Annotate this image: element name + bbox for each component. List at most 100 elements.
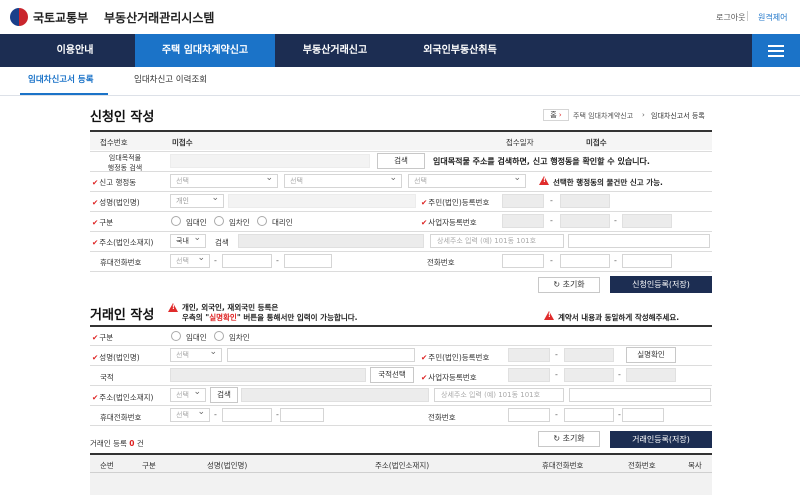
nav-item-realestate-report[interactable]: 부동산거래신고 (280, 34, 390, 67)
dash: - (550, 216, 553, 225)
receipt-no-value: 미접수 (172, 138, 193, 147)
biz-no-input-3[interactable] (622, 214, 672, 228)
cp-mobile-middle-input[interactable] (222, 408, 272, 422)
cp-reg-no-back-input[interactable] (564, 348, 614, 362)
main-nav: 이용안내 주택 임대차계약신고 부동산거래신고 외국인부동산취득 (0, 34, 800, 67)
dash: - (214, 410, 217, 419)
breadcrumb-separator: › (642, 111, 645, 119)
logout-link[interactable]: 로그아웃 (716, 12, 745, 23)
counterparty-table-top-border (90, 325, 712, 327)
row-divider (90, 171, 712, 172)
menu-icon[interactable] (752, 34, 800, 67)
cp-detail-address-input[interactable]: 상세주소 입력 (예) 101동 101호 (434, 388, 564, 402)
cp-phone-prefix-input[interactable] (508, 408, 550, 422)
address-input[interactable] (238, 234, 424, 248)
subnav-register[interactable]: 임대차신고서 등록 (28, 73, 94, 85)
biz-no-label: ✔사업자등록번호 (421, 218, 477, 227)
cp-reg-no-front-input[interactable] (508, 348, 550, 362)
cp-phone-label: 전화번호 (428, 413, 456, 422)
mobile-prefix-select[interactable]: 선택 (170, 252, 210, 268)
row-divider (90, 271, 712, 272)
radio-agent[interactable] (257, 216, 267, 226)
cp-address-input[interactable] (241, 388, 429, 402)
counterparty-note: 개인, 외국인, 재외국민 등록은 우측의 "실명확인" 버튼을 통해서만 입력… (182, 303, 358, 322)
mobile-label: 휴대전화번호 (100, 258, 142, 267)
reg-no-front-input[interactable] (502, 194, 544, 208)
reg-no-back-input[interactable] (560, 194, 610, 208)
nav-item-foreigner-acquisition[interactable]: 외국인부동산취득 (400, 34, 520, 67)
dash: - (276, 256, 279, 265)
cp-radio-lessee[interactable] (214, 331, 224, 341)
radio-agent-label: 대리인 (272, 218, 293, 227)
cp-mobile-last-input[interactable] (280, 408, 324, 422)
dong-select[interactable]: 선택 (408, 172, 526, 188)
col-address: 주소(법인소재지) (375, 461, 430, 470)
col-phone: 전화번호 (628, 461, 656, 470)
cp-name-input[interactable] (227, 348, 415, 362)
counterparty-reset-button[interactable]: ↻ 초기화 (538, 431, 600, 447)
nav-item-guide[interactable]: 이용안내 (30, 34, 120, 67)
cp-mobile-prefix-select[interactable]: 선택 (170, 406, 210, 422)
cp-address-label: ✔주소(법인소재지) (92, 393, 154, 402)
nationality-select-button[interactable]: 국적선택 (370, 367, 414, 383)
province-select[interactable]: 선택 (170, 172, 278, 188)
country-select[interactable]: 국내 (170, 232, 206, 248)
phone-label: 전화번호 (427, 258, 455, 267)
breadcrumb-level2: 임대차신고서 등록 (651, 112, 705, 120)
cp-radio-lessor[interactable] (171, 331, 181, 341)
dash: - (618, 410, 621, 419)
address-search-button-2[interactable]: 검색 (215, 237, 229, 248)
reg-no-label: ✔주민(법인)등록번호 (421, 198, 490, 207)
phone-last-input[interactable] (622, 254, 672, 268)
remote-support-link[interactable]: 원격제어 (758, 12, 787, 23)
subnav-history[interactable]: 임대차신고 이력조회 (134, 73, 207, 85)
cp-biz-no-input-1[interactable] (508, 368, 550, 382)
counterparty-save-button[interactable]: 거래인등록(저장) (610, 431, 712, 448)
applicant-reset-button[interactable]: ↻ 초기화 (538, 277, 600, 293)
cp-person-type-select[interactable]: 선택 (170, 346, 222, 362)
admin-dong-label: ✔신고 행정동 (92, 178, 137, 187)
receipt-no-label: 접수번호 (100, 138, 128, 147)
address-search-label: 임대목적물 행정동 검색 (107, 154, 143, 172)
cp-biz-no-label: ✔사업자등록번호 (421, 373, 477, 382)
receipt-date-value: 미접수 (586, 138, 607, 147)
cp-biz-no-input-2[interactable] (564, 368, 614, 382)
biz-no-input-2[interactable] (560, 214, 610, 228)
nav-item-lease-report[interactable]: 주택 임대차계약신고 (135, 34, 275, 67)
mobile-last-input[interactable] (284, 254, 332, 268)
phone-middle-input[interactable] (560, 254, 610, 268)
system-title[interactable]: 부동산거래관리시스템 (104, 9, 214, 26)
mobile-middle-input[interactable] (222, 254, 272, 268)
cp-phone-middle-input[interactable] (564, 408, 614, 422)
district-select[interactable]: 선택 (284, 172, 402, 188)
breadcrumb-level1[interactable]: 주택 임대차계약신고 (573, 111, 633, 121)
phone-prefix-input[interactable] (502, 254, 544, 268)
refresh-icon: ↻ (553, 434, 563, 443)
cp-country-select[interactable]: 선택 (170, 386, 206, 402)
name-input[interactable] (228, 194, 416, 208)
col-copy: 복사 (688, 461, 702, 470)
address-search-button[interactable]: 검색 (377, 153, 425, 169)
extra-address-input[interactable] (568, 234, 710, 248)
nationality-label: 국적 (100, 373, 114, 382)
detail-address-input[interactable]: 상세주소 입력 (예) 101동 101호 (430, 234, 564, 248)
radio-lessor[interactable] (171, 216, 181, 226)
applicant-save-button[interactable]: 신청인등록(저장) (610, 276, 712, 293)
dash: - (555, 370, 558, 379)
verify-identity-button[interactable]: 실명확인 (626, 347, 676, 363)
dash: - (555, 350, 558, 359)
cp-extra-address-input[interactable] (569, 388, 711, 402)
person-type-select[interactable]: 개인 (170, 192, 224, 208)
cp-phone-last-input[interactable] (622, 408, 664, 422)
nationality-input[interactable] (170, 368, 366, 382)
address-search-input[interactable] (170, 154, 370, 168)
radio-lessee[interactable] (214, 216, 224, 226)
address-label: ✔주소(법인소재지) (92, 238, 154, 247)
biz-no-input-1[interactable] (502, 214, 544, 228)
col-mobile: 휴대전화번호 (542, 461, 584, 470)
header-divider (747, 11, 748, 21)
cp-address-search-button[interactable]: 검색 (210, 387, 238, 403)
breadcrumb-home[interactable]: 홈 › (543, 109, 569, 121)
counterparty-count: 거래인 등록 0 건 (90, 439, 144, 448)
cp-biz-no-input-3[interactable] (626, 368, 676, 382)
